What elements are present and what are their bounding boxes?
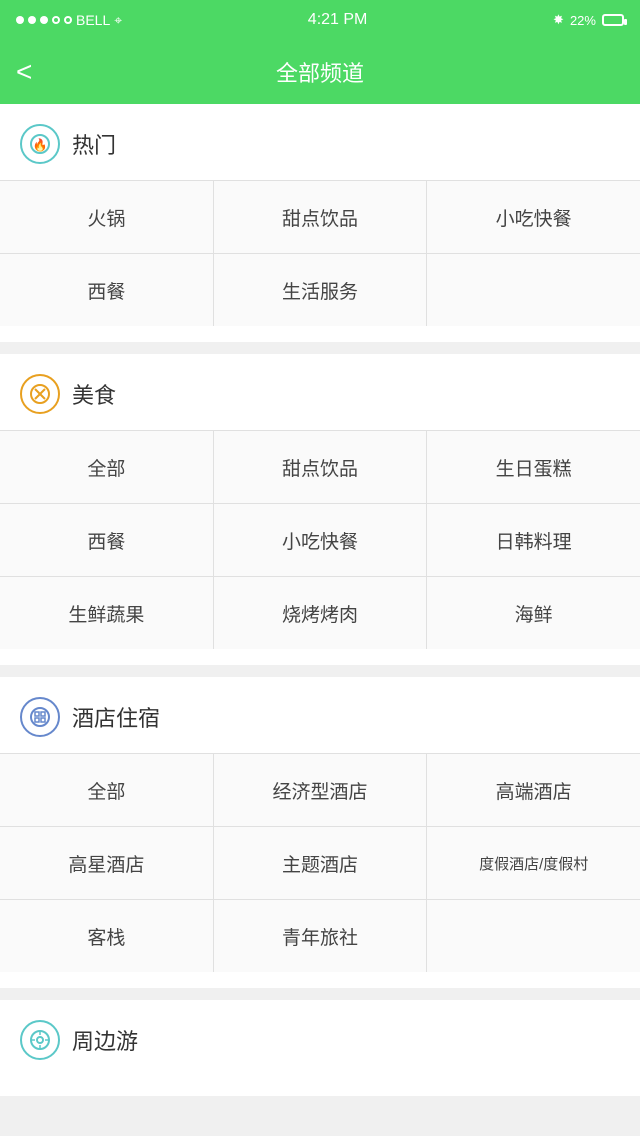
hotel-item-resort[interactable]: 度假酒店/度假村 <box>427 827 640 899</box>
hot-grid: 火锅 甜点饮品 小吃快餐 西餐 生活服务 <box>0 180 640 326</box>
hot-item-empty1 <box>427 254 640 326</box>
food-item-all[interactable]: 全部 <box>0 431 213 503</box>
hotel-item-empty <box>427 900 640 972</box>
status-right: ✸ 22% <box>553 12 624 28</box>
food-item-xiaochi[interactable]: 小吃快餐 <box>214 504 427 576</box>
hot-item-xiaochi[interactable]: 小吃快餐 <box>427 181 640 253</box>
hotel-item-all[interactable]: 全部 <box>0 754 213 826</box>
section-hotel-title: 酒店住宿 <box>72 701 160 733</box>
food-item-xican[interactable]: 西餐 <box>0 504 213 576</box>
svg-text:🔥: 🔥 <box>33 138 48 152</box>
back-button[interactable]: < <box>16 56 32 88</box>
hotel-grid: 全部 经济型酒店 高端酒店 高星酒店 主题酒店 度假酒店/度假村 客栈 青年旅社 <box>0 753 640 972</box>
battery-icon <box>602 14 624 26</box>
section-hot-header: 🔥 热门 <box>0 104 640 180</box>
section-hotel-header: 酒店住宿 <box>0 677 640 753</box>
food-item-shaokao[interactable]: 烧烤烤肉 <box>214 577 427 649</box>
section-travel: 周边游 <box>0 1000 640 1096</box>
navigation-bar: < 全部频道 <box>0 40 640 104</box>
food-item-rihan[interactable]: 日韩料理 <box>427 504 640 576</box>
bluetooth-icon: ✸ <box>553 12 564 28</box>
section-hotel: 酒店住宿 全部 经济型酒店 高端酒店 高星酒店 主题酒店 度假酒店/度假村 客栈… <box>0 677 640 988</box>
hotel-item-star[interactable]: 高星酒店 <box>0 827 213 899</box>
battery-percent: 22% <box>570 13 596 28</box>
section-food-header: 美食 <box>0 354 640 430</box>
page-title: 全部频道 <box>276 56 364 88</box>
section-hot-title: 热门 <box>72 128 116 160</box>
hotel-item-economy[interactable]: 经济型酒店 <box>214 754 427 826</box>
section-travel-title: 周边游 <box>72 1024 138 1056</box>
food-icon <box>20 374 60 414</box>
hot-icon: 🔥 <box>20 124 60 164</box>
hot-item-tiandian[interactable]: 甜点饮品 <box>214 181 427 253</box>
hotel-item-hostel[interactable]: 青年旅社 <box>214 900 427 972</box>
signal-dot-4 <box>52 16 60 24</box>
food-item-birthday[interactable]: 生日蛋糕 <box>427 431 640 503</box>
hotel-item-inn[interactable]: 客栈 <box>0 900 213 972</box>
status-time: 4:21 PM <box>308 11 368 29</box>
hot-item-huoguo[interactable]: 火锅 <box>0 181 213 253</box>
hot-item-shenghuo[interactable]: 生活服务 <box>214 254 427 326</box>
hotel-icon <box>20 697 60 737</box>
food-item-shengxian[interactable]: 生鲜蔬果 <box>0 577 213 649</box>
hot-item-xican[interactable]: 西餐 <box>0 254 213 326</box>
status-bar: BELL ⌖ 4:21 PM ✸ 22% <box>0 0 640 40</box>
section-food-title: 美食 <box>72 378 116 410</box>
hotel-item-luxury[interactable]: 高端酒店 <box>427 754 640 826</box>
content-area: 🔥 热门 火锅 甜点饮品 小吃快餐 西餐 生活服务 美食 <box>0 104 640 1096</box>
section-travel-header: 周边游 <box>0 1000 640 1076</box>
food-item-haixian[interactable]: 海鲜 <box>427 577 640 649</box>
section-food: 美食 全部 甜点饮品 生日蛋糕 西餐 小吃快餐 日韩料理 生鲜蔬果 烧烤烤肉 海… <box>0 354 640 665</box>
hotel-item-theme[interactable]: 主题酒店 <box>214 827 427 899</box>
signal-dot-2 <box>28 16 36 24</box>
status-left: BELL ⌖ <box>16 12 122 29</box>
signal-dot-1 <box>16 16 24 24</box>
section-hot: 🔥 热门 火锅 甜点饮品 小吃快餐 西餐 生活服务 <box>0 104 640 342</box>
travel-icon <box>20 1020 60 1060</box>
food-item-tiandian[interactable]: 甜点饮品 <box>214 431 427 503</box>
wifi-icon: ⌖ <box>114 12 122 29</box>
signal-dot-3 <box>40 16 48 24</box>
signal-dot-5 <box>64 16 72 24</box>
food-grid: 全部 甜点饮品 生日蛋糕 西餐 小吃快餐 日韩料理 生鲜蔬果 烧烤烤肉 海鲜 <box>0 430 640 649</box>
carrier-label: BELL <box>76 12 110 28</box>
